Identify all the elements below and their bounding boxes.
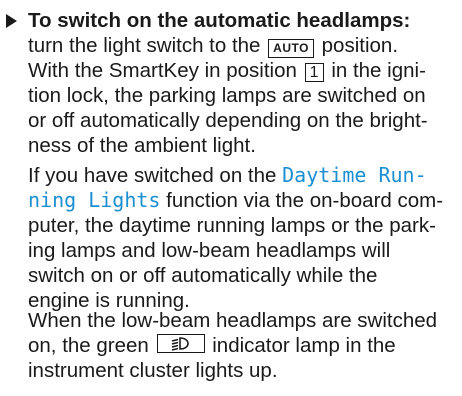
low-beam-indicator-icon <box>156 334 205 353</box>
paragraph-daytime-lights: If you have switched on the Daytime Run-… <box>28 163 462 313</box>
text-segment: With the SmartKey in position <box>28 59 297 82</box>
key-position-number: 1 <box>304 63 324 82</box>
step-arrow-icon <box>6 14 17 28</box>
text-line: puter, the daytime running lamps or the … <box>28 214 436 237</box>
text-segment: in the igni- <box>331 59 426 82</box>
text-line: switch on or off automatically while the <box>28 264 378 287</box>
paragraph-auto-switch: turn the light switch to the AUTO positi… <box>28 33 462 158</box>
text-line: instrument cluster lights up. <box>28 359 278 382</box>
function-name-part1: Daytime Run- <box>282 163 427 187</box>
auto-position-symbol: AUTO <box>268 39 314 58</box>
text-line: or off automatically depending on the br… <box>28 109 428 132</box>
manual-page: To switch on the automatic headlamps: tu… <box>0 0 462 396</box>
text-line: turn the light switch to the AUTO positi… <box>28 33 462 58</box>
text-line: ing lamps and low-beam headlamps will <box>28 239 391 262</box>
text-segment: If you have switched on the <box>28 164 277 187</box>
paragraph-indicator-lamp: When the low-beam headlamps are switched… <box>28 308 462 383</box>
function-name-part2: ning Lights <box>28 188 161 212</box>
step-heading: To switch on the automatic headlamps: <box>28 9 411 32</box>
text-segment: function via the on-board com- <box>166 189 444 212</box>
text-segment: position. <box>321 34 399 57</box>
text-line: If you have switched on the Daytime Run- <box>28 163 462 188</box>
text-segment: turn the light switch to the <box>28 34 261 57</box>
text-line: ning Lights function via the on-board co… <box>28 188 462 213</box>
text-segment: indicator lamp in the <box>212 334 396 357</box>
text-line: on, the green indicator lamp in the <box>28 333 462 358</box>
text-line: When the low-beam headlamps are switched <box>28 309 438 332</box>
text-line: ness of the ambient light. <box>28 134 256 157</box>
text-segment: on, the green <box>28 334 149 357</box>
text-line: tion lock, the parking lamps are switche… <box>28 84 426 107</box>
text-line: With the SmartKey in position 1 in the i… <box>28 58 462 83</box>
